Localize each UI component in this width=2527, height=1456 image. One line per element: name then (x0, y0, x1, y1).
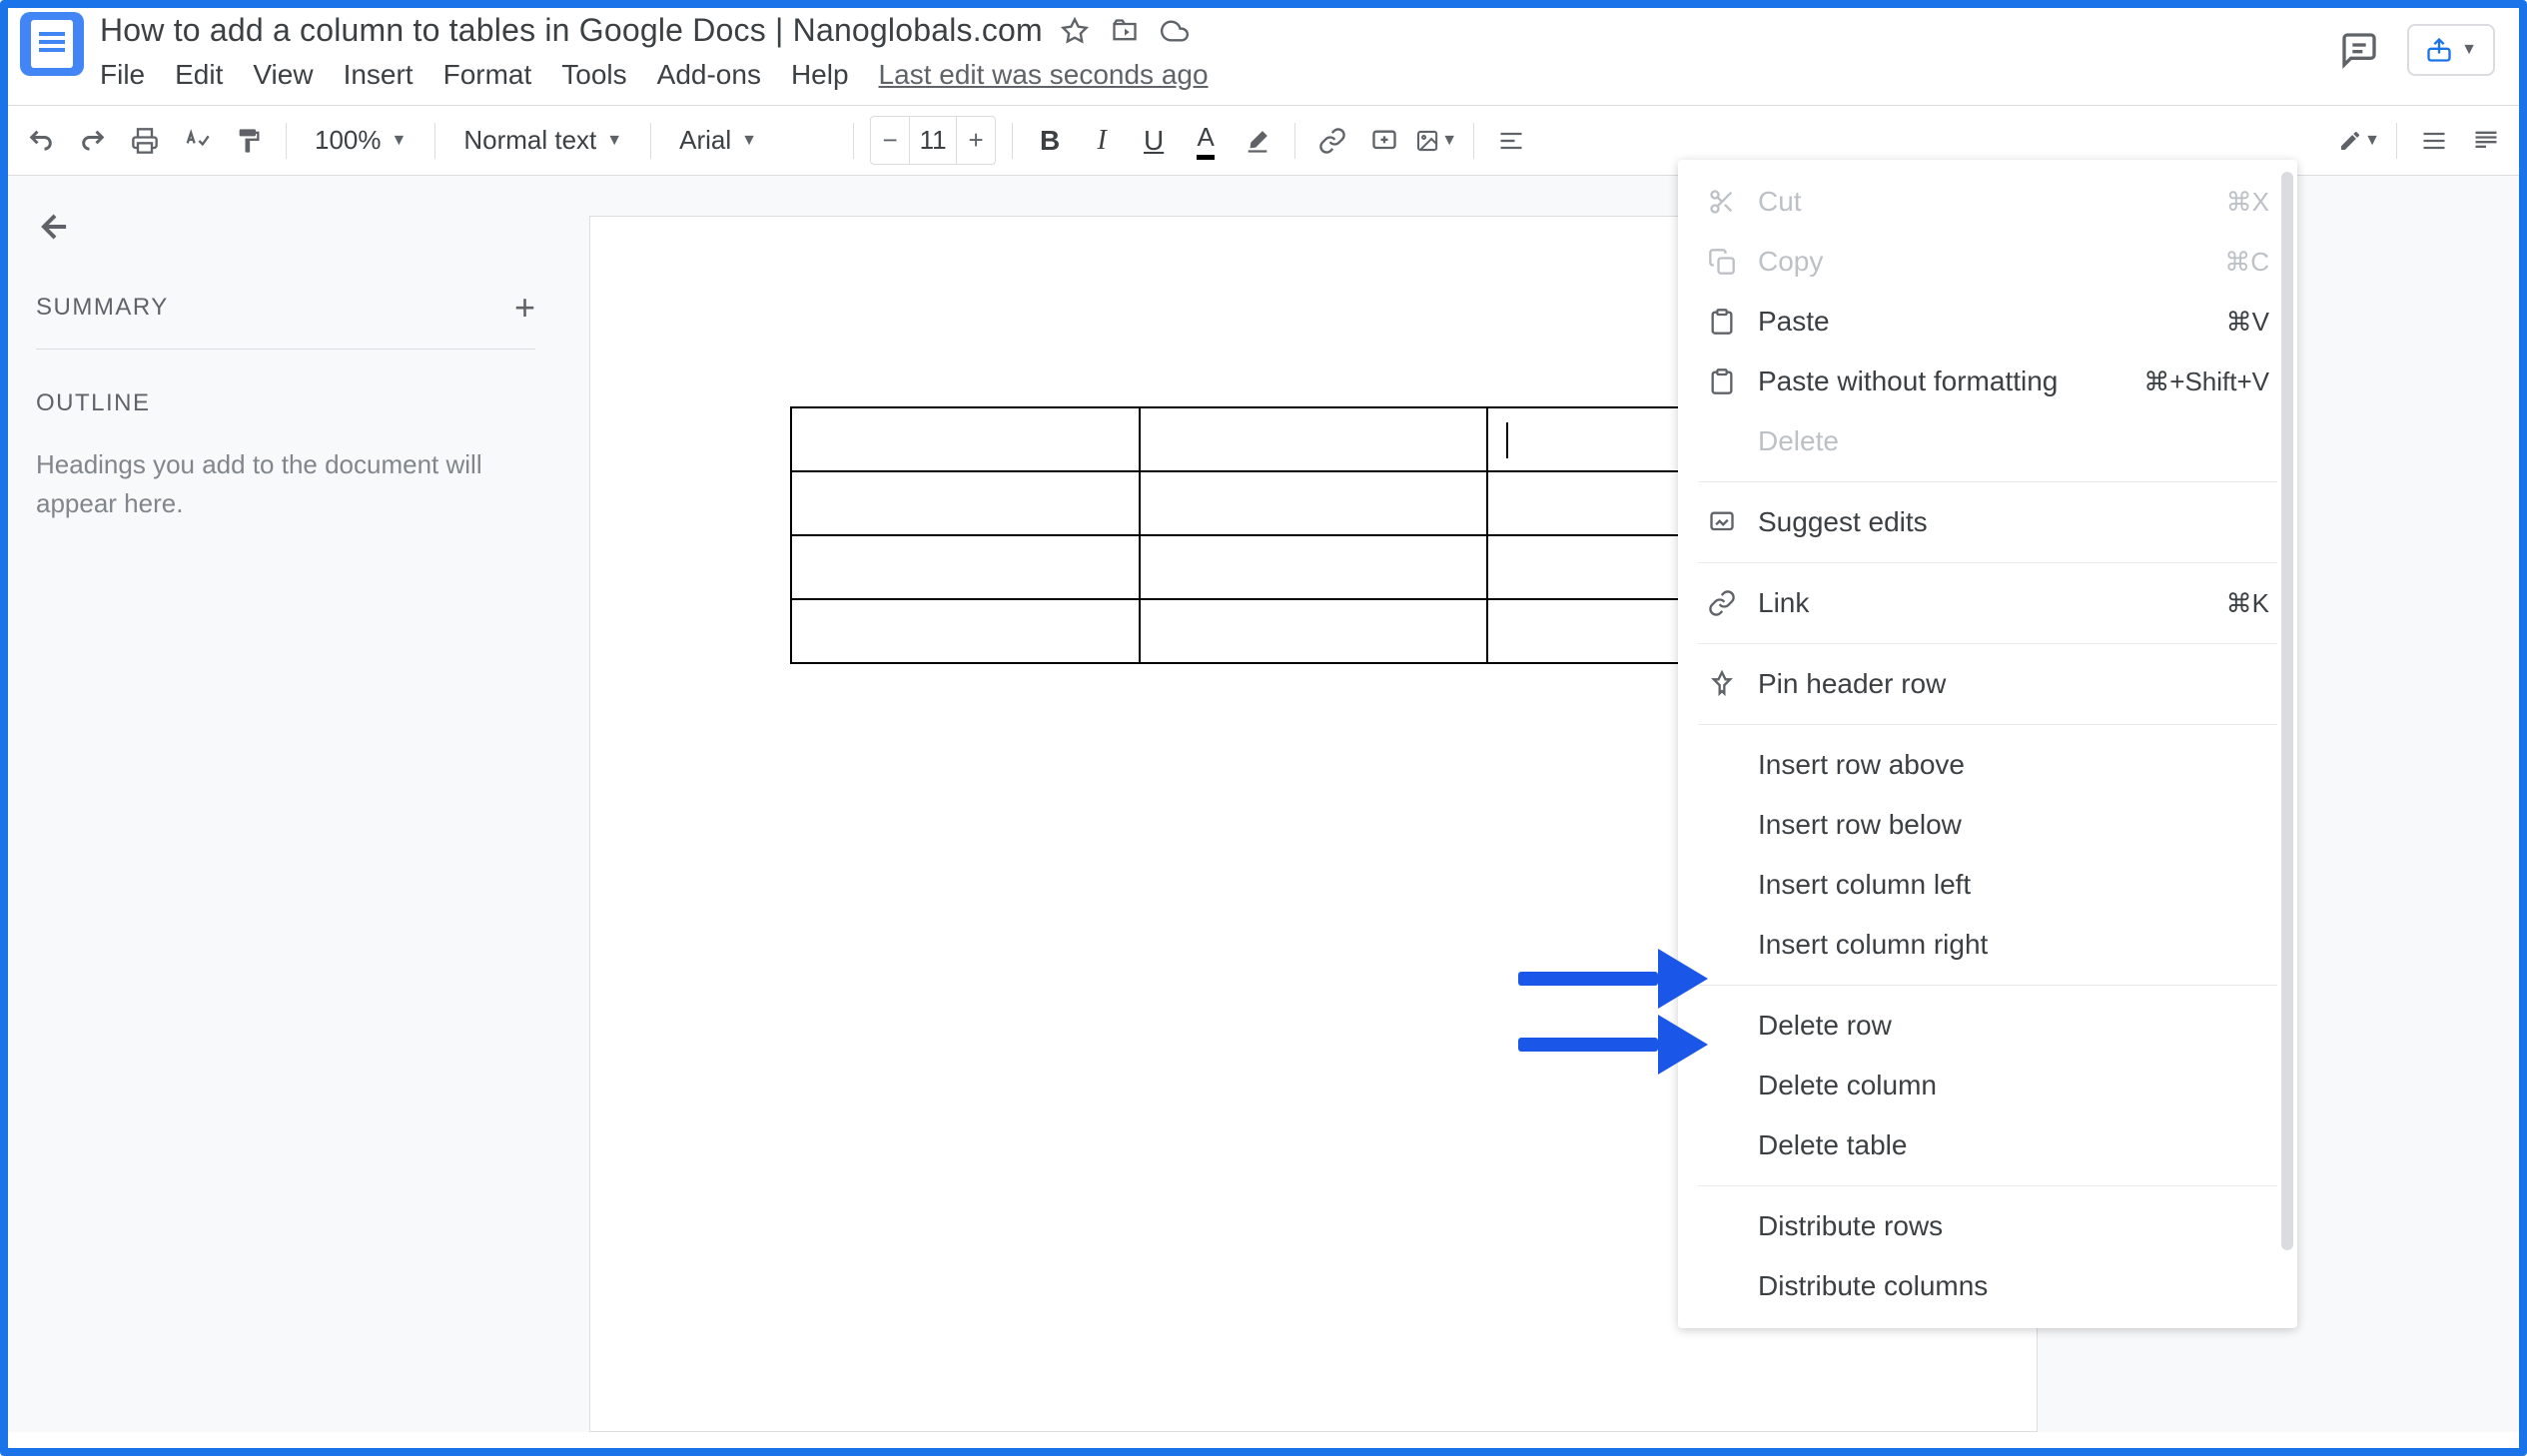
add-comment-button[interactable] (1363, 120, 1405, 162)
ctx-delete-row[interactable]: Delete row (1678, 996, 2297, 1056)
outline-label: OUTLINE (36, 389, 533, 417)
add-summary-button[interactable]: + (514, 287, 535, 329)
paragraph-style-select[interactable]: Normal text▼ (451, 117, 634, 164)
print-button[interactable] (124, 120, 166, 162)
menu-bar: File Edit View Insert Format Tools Add-o… (100, 59, 2507, 91)
ctx-link[interactable]: Link ⌘K (1678, 573, 2297, 633)
menu-view[interactable]: View (253, 59, 313, 91)
star-icon[interactable] (1061, 17, 1089, 45)
move-icon[interactable] (1111, 17, 1139, 45)
paste-icon (1706, 306, 1738, 338)
redo-button[interactable] (72, 120, 114, 162)
ctx-delete-table[interactable]: Delete table (1678, 1115, 2297, 1175)
ctx-delete[interactable]: Delete (1678, 411, 2297, 471)
menu-format[interactable]: Format (443, 59, 532, 91)
ctx-insert-row-above[interactable]: Insert row above (1678, 735, 2297, 795)
ctx-insert-column-right[interactable]: Insert column right (1678, 915, 2297, 975)
share-button[interactable]: ▼ (2407, 24, 2495, 76)
menu-tools[interactable]: Tools (561, 59, 626, 91)
paint-format-button[interactable] (228, 120, 270, 162)
link-icon (1706, 587, 1738, 619)
last-edit-link[interactable]: Last edit was seconds ago (879, 59, 1209, 91)
menu-addons[interactable]: Add-ons (657, 59, 761, 91)
annotation-arrow-2 (1518, 1015, 1708, 1075)
cloud-icon[interactable] (1161, 17, 1189, 45)
ctx-suggest-edits[interactable]: Suggest edits (1678, 492, 2297, 552)
font-size-control: − 11 + (870, 116, 996, 165)
back-arrow-icon[interactable] (36, 208, 74, 246)
hide-menus-button[interactable] (2413, 120, 2455, 162)
annotation-arrow-1 (1518, 949, 1708, 1009)
chevron-down-icon: ▼ (2461, 41, 2477, 59)
outline-hint: Headings you add to the document will ap… (36, 445, 515, 523)
copy-icon (1706, 246, 1738, 278)
ctx-cut[interactable]: Cut ⌘X (1678, 172, 2297, 232)
italic-button[interactable]: I (1081, 120, 1123, 162)
zoom-select[interactable]: 100%▼ (303, 117, 419, 164)
pin-icon (1706, 668, 1738, 700)
docs-logo[interactable] (20, 12, 84, 76)
header: How to add a column to tables in Google … (0, 0, 2527, 91)
ctx-insert-row-below[interactable]: Insert row below (1678, 795, 2297, 855)
ctx-distribute-columns[interactable]: Distribute columns (1678, 1256, 2297, 1316)
insert-link-button[interactable] (1311, 120, 1353, 162)
editing-mode-button[interactable]: ▼ (2338, 120, 2380, 162)
underline-button[interactable]: U (1133, 120, 1175, 162)
ctx-paste-without-formatting[interactable]: Paste without formatting ⌘+Shift+V (1678, 352, 2297, 411)
outline-sidebar: SUMMARY + OUTLINE Headings you add to th… (0, 176, 569, 1432)
font-size-decrease[interactable]: − (871, 120, 909, 162)
document-title[interactable]: How to add a column to tables in Google … (100, 12, 1043, 49)
ctx-distribute-rows[interactable]: Distribute rows (1678, 1196, 2297, 1256)
font-size-value[interactable]: 11 (909, 117, 957, 164)
paste-plain-icon (1706, 365, 1738, 397)
spellcheck-button[interactable] (176, 120, 218, 162)
menu-help[interactable]: Help (791, 59, 849, 91)
ctx-copy[interactable]: Copy ⌘C (1678, 232, 2297, 292)
text-color-button[interactable]: A (1185, 120, 1227, 162)
menu-insert[interactable]: Insert (344, 59, 414, 91)
suggest-icon (1706, 506, 1738, 538)
menu-edit[interactable]: Edit (175, 59, 223, 91)
ctx-insert-column-left[interactable]: Insert column left (1678, 855, 2297, 915)
ctx-delete-column[interactable]: Delete column (1678, 1056, 2297, 1115)
ctx-pin-header-row[interactable]: Pin header row (1678, 654, 2297, 714)
font-size-increase[interactable]: + (957, 120, 995, 162)
ctx-paste[interactable]: Paste ⌘V (1678, 292, 2297, 352)
font-select[interactable]: Arial▼ (667, 117, 837, 164)
menu-file[interactable]: File (100, 59, 145, 91)
context-menu: Cut ⌘X Copy ⌘C Paste ⌘V Paste without fo… (1678, 160, 2297, 1328)
summary-label: SUMMARY (36, 294, 169, 322)
bold-button[interactable]: B (1029, 120, 1071, 162)
view-mode-button[interactable] (2465, 120, 2507, 162)
align-button[interactable] (1490, 120, 1532, 162)
cut-icon (1706, 186, 1738, 218)
undo-button[interactable] (20, 120, 62, 162)
insert-image-button[interactable]: ▼ (1415, 120, 1457, 162)
highlight-button[interactable] (1237, 120, 1278, 162)
comments-icon[interactable] (2339, 30, 2379, 70)
